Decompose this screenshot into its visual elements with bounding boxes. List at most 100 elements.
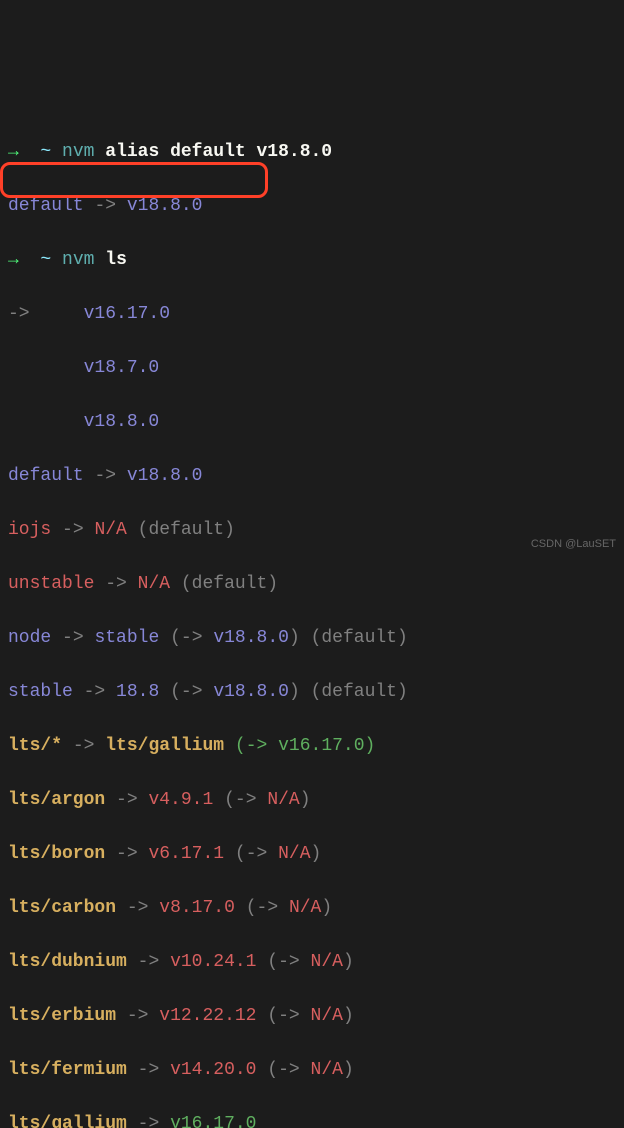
paren: (: [170, 682, 181, 702]
alias-target: v18.8.0: [127, 466, 203, 486]
paren: ): [311, 844, 322, 864]
arrow-text: ->: [94, 196, 116, 216]
paren: (: [267, 952, 278, 972]
alias-output: default -> v18.8.0: [8, 193, 616, 220]
suffix-text: (default): [311, 682, 408, 702]
suffix-text: (default): [181, 574, 278, 594]
na-text: N/A: [289, 898, 321, 918]
alias-target: v6.17.1: [148, 844, 224, 864]
stable-alias-line: stable -> 18.8 (-> v18.8.0) (default): [8, 679, 616, 706]
alias-name: lts/*: [8, 736, 62, 756]
version-line: -> v16.17.0: [8, 301, 616, 328]
nvm-cmd: nvm: [62, 250, 94, 270]
arrow-text: ->: [257, 898, 279, 918]
arrow-text: ->: [246, 736, 268, 756]
nvm-args: alias default v18.8.0: [105, 142, 332, 162]
lts-boron-line: lts/boron -> v6.17.1 (-> N/A): [8, 841, 616, 868]
current-arrow: ->: [8, 304, 30, 324]
version-text: v18.8.0: [84, 412, 160, 432]
arrow-text: ->: [94, 466, 116, 486]
alias-target: 18.8: [116, 682, 159, 702]
alias-name: stable: [8, 682, 73, 702]
iojs-alias-line: iojs -> N/A (default): [8, 517, 616, 544]
paren: ): [289, 682, 300, 702]
lts-dubnium-line: lts/dubnium -> v10.24.1 (-> N/A): [8, 949, 616, 976]
version-text: v16.17.0: [278, 736, 364, 756]
alias-name: lts/fermium: [8, 1060, 127, 1080]
watermark-text: CSDN @LauSET: [531, 531, 616, 558]
prompt-cwd: ~: [40, 250, 51, 270]
lts-argon-line: lts/argon -> v4.9.1 (-> N/A): [8, 787, 616, 814]
lts-erbium-line: lts/erbium -> v12.22.12 (-> N/A): [8, 1003, 616, 1030]
alias-name: default: [8, 466, 84, 486]
version-text: v18.8.0: [213, 682, 289, 702]
arrow-text: ->: [73, 736, 95, 756]
paren: (: [170, 628, 181, 648]
paren: ): [321, 898, 332, 918]
nvm-args: ls: [105, 250, 127, 270]
na-text: N/A: [278, 844, 310, 864]
paren: (: [235, 736, 246, 756]
version-line: v18.8.0: [8, 409, 616, 436]
arrow-text: ->: [84, 682, 106, 702]
suffix-text: (default): [138, 520, 235, 540]
paren: ): [365, 736, 376, 756]
alias-target: v14.20.0: [170, 1060, 256, 1080]
prompt-arrow: →: [8, 250, 19, 270]
arrow-text: ->: [127, 898, 149, 918]
arrow-text: ->: [181, 628, 203, 648]
arrow-text: ->: [116, 844, 138, 864]
arrow-text: ->: [127, 1006, 149, 1026]
lts-fermium-line: lts/fermium -> v14.20.0 (-> N/A): [8, 1057, 616, 1084]
paren: ): [289, 628, 300, 648]
arrow-text: ->: [246, 844, 268, 864]
alias-target: N/A: [94, 520, 126, 540]
arrow-text: ->: [116, 790, 138, 810]
arrow-text: ->: [278, 1006, 300, 1026]
arrow-text: ->: [62, 520, 84, 540]
alias-target: v18.8.0: [127, 196, 203, 216]
alias-name: default: [8, 196, 84, 216]
alias-target: v16.17.0: [170, 1114, 256, 1128]
alias-name: lts/carbon: [8, 898, 116, 918]
default-alias-line: default -> v18.8.0: [8, 463, 616, 490]
alias-name: lts/dubnium: [8, 952, 127, 972]
suffix-text: (default): [311, 628, 408, 648]
version-text: v18.8.0: [213, 628, 289, 648]
prompt-arrow: →: [8, 142, 19, 162]
lts-gallium-line: lts/gallium -> v16.17.0: [8, 1111, 616, 1128]
terminal-output[interactable]: → ~ nvm alias default v18.8.0 default ->…: [8, 112, 616, 1128]
alias-target: N/A: [138, 574, 170, 594]
paren: ): [300, 790, 311, 810]
paren: (: [267, 1006, 278, 1026]
alias-name: node: [8, 628, 51, 648]
version-line: v18.7.0: [8, 355, 616, 382]
paren: ): [343, 1006, 354, 1026]
arrow-text: ->: [278, 1060, 300, 1080]
paren: ): [343, 1060, 354, 1080]
alias-name: lts/erbium: [8, 1006, 116, 1026]
arrow-text: ->: [278, 952, 300, 972]
prompt-cwd: ~: [40, 142, 51, 162]
arrow-text: ->: [62, 628, 84, 648]
paren: (: [267, 1060, 278, 1080]
alias-name: lts/gallium: [8, 1114, 127, 1128]
alias-target: v8.17.0: [159, 898, 235, 918]
alias-target: stable: [94, 628, 159, 648]
alias-name: lts/argon: [8, 790, 105, 810]
alias-name: iojs: [8, 520, 51, 540]
unstable-alias-line: unstable -> N/A (default): [8, 571, 616, 598]
prompt-line-2: → ~ nvm ls: [8, 247, 616, 274]
na-text: N/A: [311, 952, 343, 972]
version-text: v16.17.0: [84, 304, 170, 324]
nvm-cmd: nvm: [62, 142, 94, 162]
arrow-text: ->: [105, 574, 127, 594]
arrow-text: ->: [138, 1060, 160, 1080]
alias-name: lts/boron: [8, 844, 105, 864]
arrow-text: ->: [181, 682, 203, 702]
alias-target: lts/gallium: [105, 736, 224, 756]
na-text: N/A: [311, 1060, 343, 1080]
alias-target: v4.9.1: [148, 790, 213, 810]
node-alias-line: node -> stable (-> v18.8.0) (default): [8, 625, 616, 652]
arrow-text: ->: [138, 1114, 160, 1128]
